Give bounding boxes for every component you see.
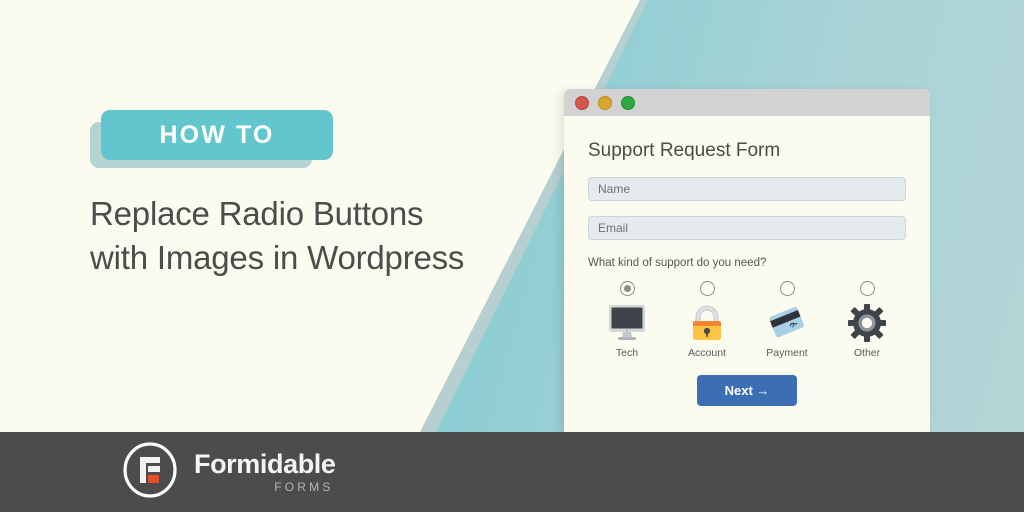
hero-text-block: HOW TO Replace Radio Buttons with Images… — [90, 110, 520, 280]
form-actions: Next → — [588, 375, 906, 406]
radio-account[interactable] — [699, 281, 715, 296]
badge-label: HOW TO — [159, 120, 275, 149]
zoom-button[interactable] — [621, 95, 635, 110]
brand-lockup: Formidable FORMS — [120, 440, 336, 505]
option-account[interactable]: Account — [672, 281, 742, 359]
form-container: Support Request Form Name Email What kin… — [564, 116, 930, 432]
page-title: Replace Radio Buttons with Images in Wor… — [90, 192, 520, 280]
option-label-other: Other — [853, 347, 881, 359]
option-label-account: Account — [688, 347, 726, 359]
support-type-question: What kind of support do you need? — [588, 257, 767, 269]
monitor-icon — [607, 303, 647, 343]
option-label-payment: Payment — [766, 347, 808, 359]
gear-icon — [848, 303, 886, 343]
name-field-placeholder: Name — [598, 182, 631, 196]
option-other[interactable]: Other — [832, 281, 902, 359]
email-field-placeholder: Email — [598, 221, 629, 235]
credit-card-icon — [767, 303, 807, 343]
support-type-options: Tech Account Payment Other — [588, 281, 906, 359]
form-title: Support Request Form — [588, 140, 781, 161]
footer-bar: Formidable FORMS — [0, 432, 1024, 512]
radio-tech[interactable] — [619, 281, 635, 296]
headline-line-1: Replace Radio Buttons — [90, 195, 424, 232]
brand-name: Formidable — [194, 449, 336, 479]
headline-line-2: with Images in Wordpress — [90, 239, 465, 276]
brand-subtitle: FORMS — [274, 480, 334, 494]
option-label-tech: Tech — [615, 347, 639, 359]
email-field[interactable]: Email — [588, 216, 906, 240]
minimize-button[interactable] — [598, 95, 612, 110]
close-button[interactable] — [575, 95, 589, 110]
radio-other[interactable] — [859, 281, 875, 296]
option-tech[interactable]: Tech — [592, 281, 662, 359]
brand-text: Formidable FORMS — [194, 449, 336, 495]
formidable-f-logo-icon — [120, 440, 180, 505]
next-button[interactable]: Next → — [696, 375, 798, 406]
poster-canvas: HOW TO Replace Radio Buttons with Images… — [0, 0, 1024, 512]
window-titlebar — [564, 89, 930, 116]
how-to-badge: HOW TO — [90, 110, 333, 168]
lock-icon — [689, 303, 725, 343]
name-field[interactable]: Name — [588, 177, 906, 201]
option-payment[interactable]: Payment — [752, 281, 822, 359]
radio-payment[interactable] — [779, 281, 795, 296]
browser-window: Support Request Form Name Email What kin… — [564, 89, 930, 432]
badge-body: HOW TO — [101, 110, 333, 160]
